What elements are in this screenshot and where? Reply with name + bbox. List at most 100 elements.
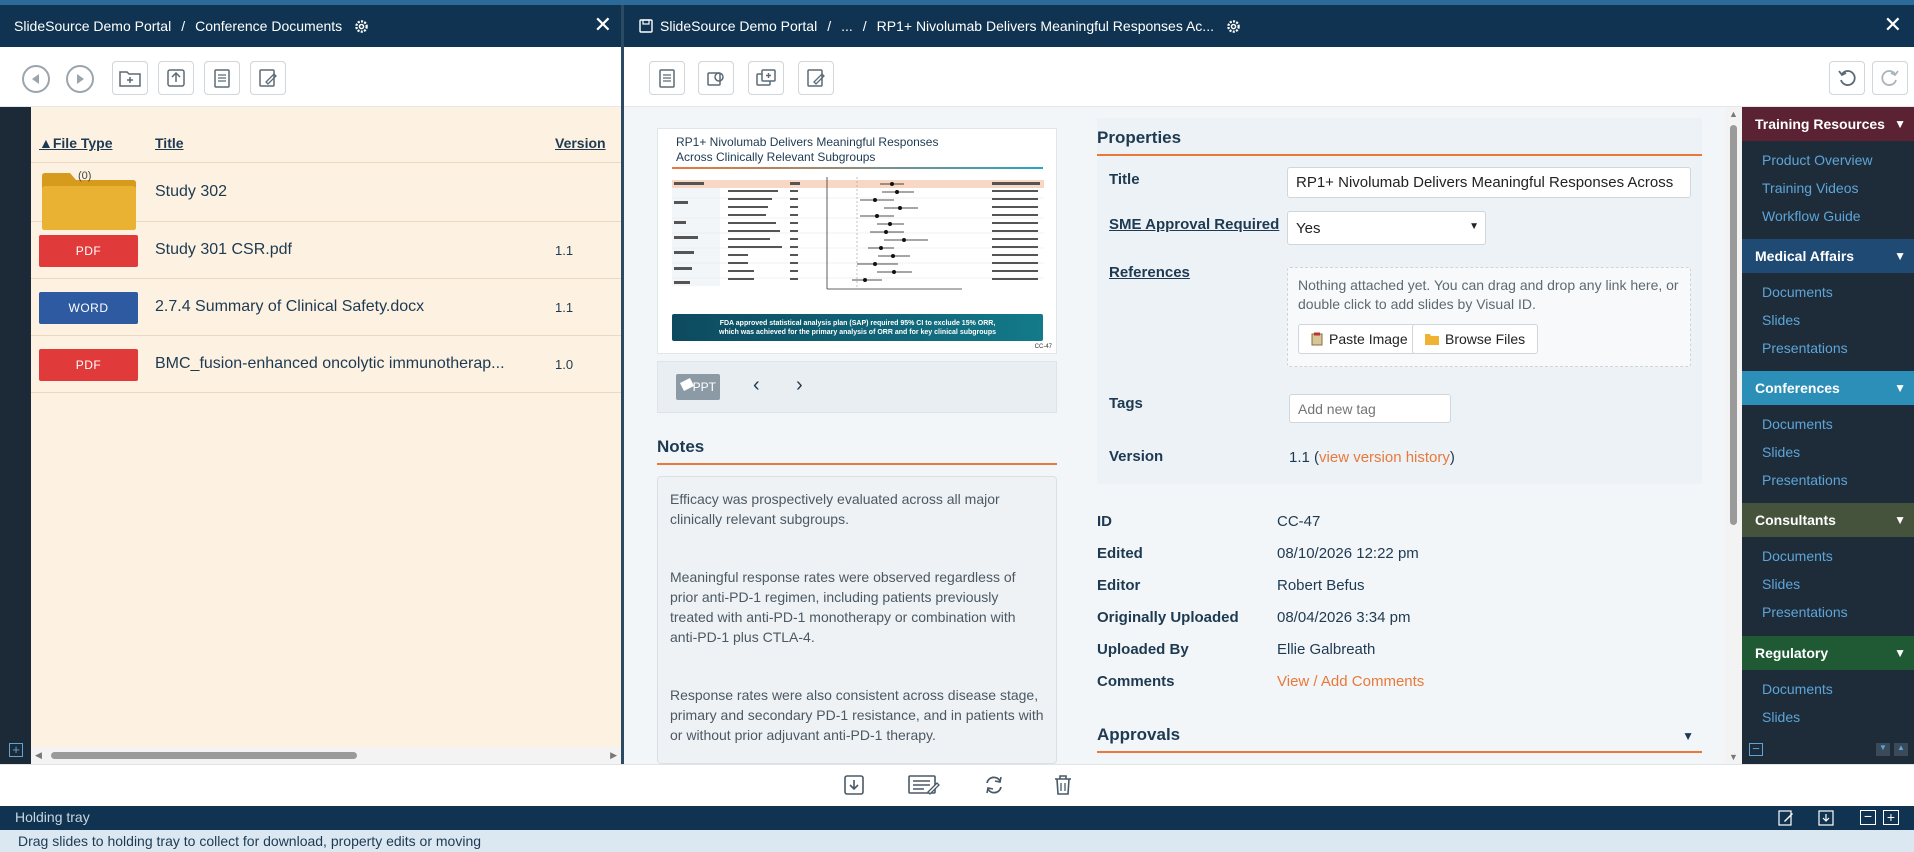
new-folder-icon[interactable] [112, 61, 148, 95]
right-panel-header: SlideSource Demo Portal / ... / RP1+ Niv… [623, 5, 1914, 47]
edit-properties-icon[interactable] [250, 61, 286, 95]
view-comments-link[interactable]: View / Add Comments [1277, 673, 1424, 690]
table-row[interactable]: (0) Study 302 [31, 164, 621, 230]
edit-tray-icon[interactable] [1778, 810, 1794, 826]
sidebar-item[interactable]: Documents [1762, 284, 1833, 300]
collapse-tray-icon[interactable]: − [1860, 809, 1876, 825]
sidebar-group-consultants[interactable]: Consultants ▼ [1742, 503, 1914, 537]
chevron-down-icon: ▼ [1894, 117, 1906, 131]
browse-files-button[interactable]: Browse Files [1412, 324, 1539, 354]
table-row[interactable]: WORD 2.7.4 Summary of Clinical Safety.do… [31, 279, 621, 336]
scroll-down-icon[interactable]: ▼ [1729, 752, 1738, 762]
approvals-heading[interactable]: Approvals ▼ [1097, 725, 1702, 753]
sidebar-item[interactable]: Slides [1762, 312, 1800, 328]
edit-properties-icon[interactable] [798, 61, 834, 95]
upload-icon[interactable] [158, 61, 194, 95]
trash-icon[interactable] [1054, 774, 1072, 796]
references-dropzone[interactable]: Nothing attached yet. You can drag and d… [1287, 267, 1691, 367]
sidebar-item[interactable]: Presentations [1762, 604, 1848, 620]
sidebar-item[interactable]: Product Overview [1762, 152, 1872, 168]
refresh-icon[interactable] [983, 774, 1005, 796]
download-icon[interactable] [843, 774, 865, 796]
table-row[interactable]: PDF BMC_fusion-enhanced oncolytic immuno… [31, 336, 621, 393]
sidebar-item[interactable]: Workflow Guide [1762, 208, 1861, 224]
close-icon[interactable]: ✕ [1884, 14, 1902, 36]
sme-approval-select[interactable]: Yes ▼ [1287, 211, 1486, 245]
sidebar-group-conferences[interactable]: Conferences ▼ [1742, 371, 1914, 405]
sidebar-item[interactable]: Documents [1762, 548, 1833, 564]
slide-thumbnail[interactable]: RP1+ Nivolumab Delivers Meaningful Respo… [657, 128, 1057, 354]
left-gutter: + [0, 107, 31, 764]
forest-plot-image [672, 177, 1044, 290]
view-slides-icon[interactable] [698, 61, 734, 95]
download-tray-icon[interactable] [1818, 810, 1834, 826]
navigation-sidebar: Training Resources ▼ Product Overview Tra… [1742, 107, 1914, 764]
column-version[interactable]: Version [555, 135, 606, 151]
scroll-up-icon[interactable]: ▲ [1729, 109, 1738, 119]
expand-tray-icon[interactable]: + [1883, 810, 1899, 825]
forward-icon[interactable] [66, 65, 94, 93]
sidebar-item[interactable]: Slides [1762, 444, 1800, 460]
pdf-file-icon: PDF [39, 235, 138, 267]
paste-image-button[interactable]: Paste Image [1298, 324, 1421, 354]
scroll-down-icon[interactable]: ▼ [1876, 743, 1890, 756]
sidebar-item[interactable]: Training Videos [1762, 180, 1859, 196]
scrollbar-thumb[interactable] [1730, 125, 1737, 525]
sidebar-group-regulatory[interactable]: Regulatory ▼ [1742, 636, 1914, 670]
title-field[interactable]: RP1+ Nivolumab Delivers Meaningful Respo… [1287, 167, 1691, 198]
table-row[interactable]: PDF Study 301 CSR.pdf 1.1 [31, 222, 621, 279]
references-hint: Nothing attached yet. You can drag and d… [1298, 277, 1679, 312]
sme-approval-label: SME Approval Required [1109, 216, 1280, 233]
vertical-scrollbar[interactable]: ▲ ▼ [1725, 107, 1742, 764]
gear-icon[interactable] [354, 19, 369, 34]
expand-icon[interactable]: + [9, 743, 23, 757]
save-doc-icon[interactable] [639, 19, 653, 33]
notes-text[interactable]: Efficacy was prospectively evaluated acr… [657, 476, 1057, 764]
tags-input[interactable] [1289, 394, 1451, 423]
tags-label: Tags [1109, 395, 1143, 412]
horizontal-scrollbar[interactable]: ◀ ▶ [31, 747, 621, 764]
sidebar-item[interactable]: Presentations [1762, 472, 1848, 488]
collapse-icon[interactable]: − [1749, 742, 1763, 756]
pdf-file-icon: PDF [39, 349, 138, 381]
sidebar-item[interactable]: Documents [1762, 681, 1833, 697]
column-title[interactable]: Title [155, 135, 184, 151]
scroll-left-icon[interactable]: ◀ [35, 750, 42, 761]
properties-list-icon[interactable] [204, 61, 240, 95]
ppt-download-icon[interactable]: PPT [676, 374, 720, 400]
redo-icon[interactable] [1872, 61, 1908, 95]
view-version-history-link[interactable]: view version history [1319, 449, 1450, 466]
file-version: 1.1 [555, 300, 574, 315]
undo-icon[interactable] [1829, 61, 1865, 95]
breadcrumb-portal[interactable]: SlideSource Demo Portal [14, 18, 171, 34]
back-icon[interactable] [22, 65, 50, 93]
bulk-edit-icon[interactable] [908, 774, 940, 796]
references-label: References [1109, 264, 1190, 281]
file-title: 2.7.4 Summary of Clinical Safety.docx [155, 298, 425, 315]
breadcrumb-portal[interactable]: SlideSource Demo Portal [660, 18, 817, 34]
scroll-up-icon[interactable]: ▲ [1894, 743, 1908, 756]
slide-id-label: CC-47 [1034, 344, 1052, 350]
holding-tray-bar[interactable]: Holding tray − + [0, 806, 1914, 830]
properties-panel: Properties Title RP1+ Nivolumab Delivers… [1097, 118, 1702, 484]
column-file-type[interactable]: ▲File Type [39, 135, 113, 151]
sidebar-item[interactable]: Slides [1762, 576, 1800, 592]
sidebar-group-training[interactable]: Training Resources ▼ [1742, 107, 1914, 141]
properties-list-icon[interactable] [649, 61, 685, 95]
previous-slide-icon[interactable]: ‹ [753, 374, 760, 397]
breadcrumb-section[interactable]: Conference Documents [195, 18, 342, 34]
next-slide-icon[interactable]: › [796, 374, 803, 397]
sidebar-item[interactable]: Slides [1762, 709, 1800, 725]
sidebar-item[interactable]: Documents [1762, 416, 1833, 432]
gear-icon[interactable] [1226, 19, 1241, 34]
add-slides-icon[interactable] [748, 61, 784, 95]
breadcrumb-ellipsis[interactable]: ... [841, 18, 853, 34]
scroll-right-icon[interactable]: ▶ [610, 750, 617, 761]
properties-heading: Properties [1097, 128, 1702, 156]
close-icon[interactable]: ✕ [594, 14, 612, 36]
file-title: Study 301 CSR.pdf [155, 241, 292, 258]
sidebar-item[interactable]: Presentations [1762, 340, 1848, 356]
chevron-down-icon[interactable]: ▼ [1682, 729, 1694, 743]
scrollbar-thumb[interactable] [51, 752, 357, 759]
sidebar-group-medical-affairs[interactable]: Medical Affairs ▼ [1742, 239, 1914, 273]
